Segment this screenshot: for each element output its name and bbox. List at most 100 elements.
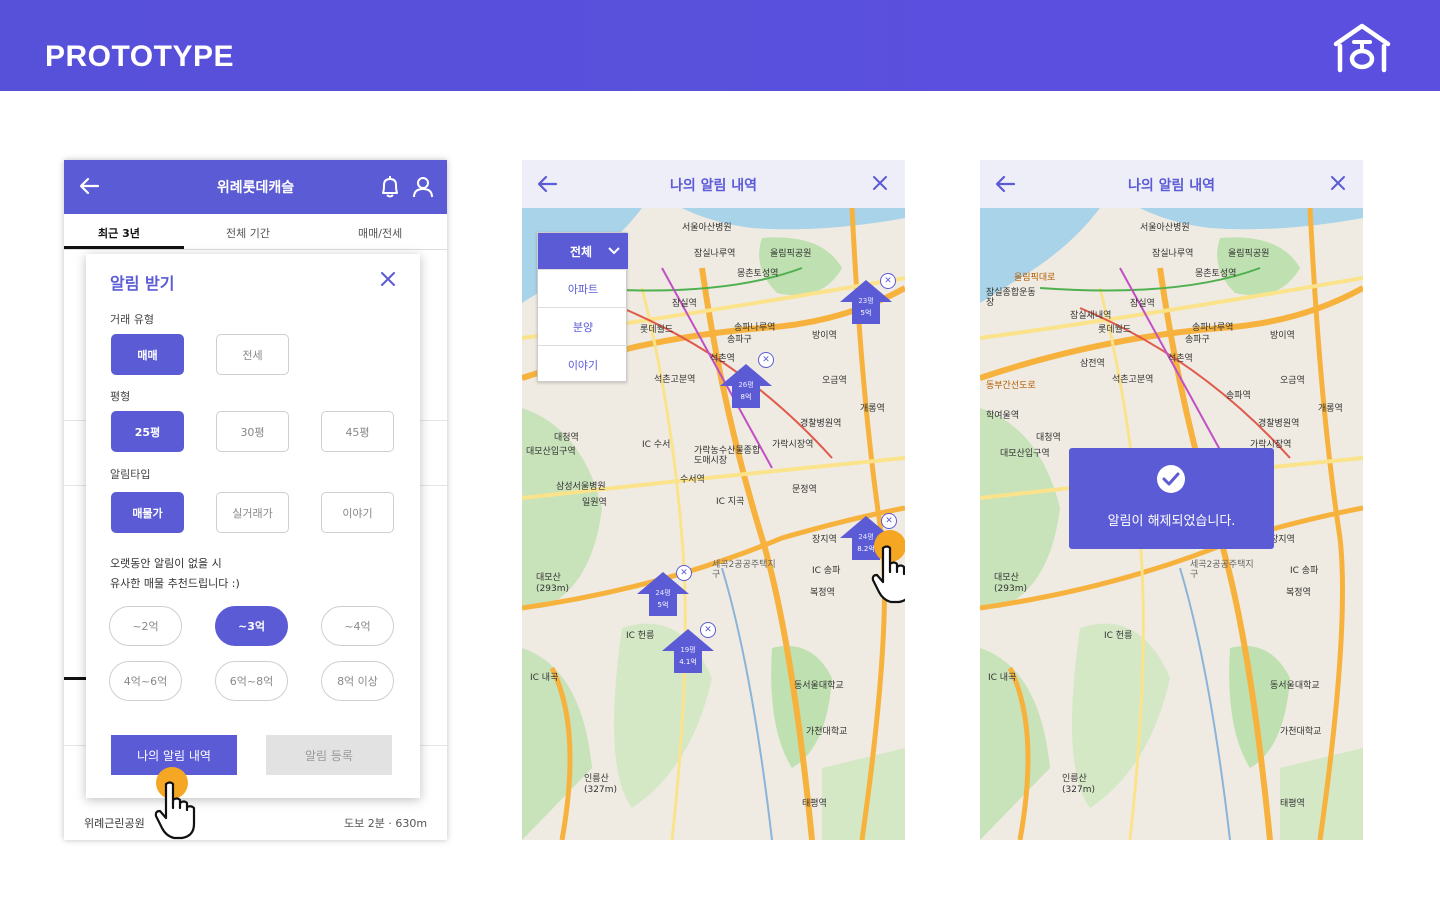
price-pill-8-plus[interactable]: 8억 이상 (321, 661, 394, 701)
deal-type-lease-button[interactable]: 전세 (216, 334, 289, 375)
map-label: 대모산입구역 (1000, 449, 1050, 459)
map-label: 대모산(293m) (994, 573, 1027, 594)
marker-price: 5억 (860, 309, 872, 317)
alert-type-label: 알림타입 (110, 468, 151, 481)
map-label: 삼성서울병원 (556, 482, 606, 492)
pointing-hand-icon (154, 781, 196, 840)
screen-my-alerts-map: 나의 알림 내역 서울아산병원 잠실나루역 올림픽공원 몽촌토성역 잠실역 송파… (522, 160, 905, 840)
map-label: 경찰병원역 (800, 419, 842, 429)
deal-type-label: 거래 유형 (110, 313, 154, 326)
close-icon[interactable] (1330, 175, 1346, 191)
nearby-place-distance: 도보 2분 · 630m (344, 817, 428, 830)
map-label: 잠실종합운동장 (986, 288, 1036, 308)
toast-message: 알림이 해제되었습니다. (1107, 514, 1236, 529)
alert-type-actual-button[interactable]: 실거래가 (216, 492, 289, 533)
remove-marker-icon[interactable]: ✕ (676, 565, 692, 581)
recommend-line-2: 유사한 매물 추천드립니다 :) (110, 577, 240, 590)
map-label: 삼전역 (1080, 359, 1105, 369)
price-pill-4[interactable]: ~4억 (321, 606, 394, 646)
dropdown-selected-label: 전체 (570, 245, 593, 259)
map-label: 롯데월드 (640, 325, 674, 335)
map-label: IC 내곡 (988, 673, 1017, 683)
deal-type-sale-button[interactable]: 매매 (111, 334, 184, 375)
dropdown-option-story[interactable]: 이야기 (538, 345, 628, 383)
price-pill-6-8[interactable]: 6억~8억 (215, 661, 288, 701)
modal-title: 알림 받기 (110, 274, 175, 293)
map-label: IC 지곡 (716, 497, 745, 507)
map-label: 수서역 (680, 475, 705, 485)
map-label: 방이역 (812, 331, 837, 341)
tab-all-period[interactable]: 전체 기간 (226, 225, 270, 241)
map-label: 동서울대학교 (794, 681, 844, 691)
map-label: 동서울대학교 (1270, 681, 1320, 691)
map-label: 문정역 (792, 485, 817, 495)
alert-type-story-button[interactable]: 이야기 (321, 492, 394, 533)
alert-type-listing-button[interactable]: 매물가 (111, 492, 184, 533)
bell-icon[interactable] (379, 175, 401, 199)
marker-price: 4.1억 (679, 658, 697, 666)
dropdown-option-presale[interactable]: 분양 (538, 307, 628, 345)
map-view[interactable]: 서울아산병원 잠실나루역 올림픽공원 몽촌토성역 올림픽대로 잠실종합운동장 잠… (980, 208, 1363, 840)
period-tabs: 최근 3년 전체 기간 매매/전세 (64, 214, 447, 250)
remove-marker-icon[interactable]: ✕ (881, 513, 897, 529)
map-label: IC 내곡 (530, 673, 559, 683)
map-label: 인릉산(327m) (584, 774, 617, 795)
header-title: 나의 알림 내역 (669, 178, 758, 194)
size-label: 평형 (110, 390, 131, 403)
map-label: 세곡2공공주택지구 (712, 560, 776, 580)
user-icon[interactable] (412, 175, 434, 199)
tab-recent-3y[interactable]: 최근 3년 (98, 225, 140, 241)
map-label: 석촌고분역 (1112, 375, 1154, 385)
remove-marker-icon[interactable]: ✕ (700, 622, 716, 638)
marker-price: 8억 (740, 393, 752, 401)
tab-indicator (64, 246, 184, 249)
map-label: 태평역 (802, 799, 827, 809)
chart-line (64, 677, 86, 680)
remove-marker-icon[interactable]: ✕ (880, 273, 896, 289)
map-label: 대모산(293m) (536, 573, 569, 594)
listing-marker[interactable]: 26평 8억 (720, 364, 772, 408)
price-pill-4-6[interactable]: 4억~6억 (109, 661, 182, 701)
size-30-button[interactable]: 30평 (216, 411, 289, 452)
map-label: 잠실역 (672, 299, 697, 309)
close-icon[interactable] (380, 271, 396, 287)
map-label: 인릉산(327m) (1062, 774, 1095, 795)
tab-sale-lease[interactable]: 매매/전세 (358, 225, 402, 241)
pointing-hand-icon (871, 545, 905, 604)
price-pill-3[interactable]: ~3억 (215, 606, 288, 646)
dropdown-selected[interactable]: 전체 (538, 233, 628, 269)
map-label: 롯데월드 (1098, 325, 1132, 335)
size-25-button[interactable]: 25평 (111, 411, 184, 452)
size-45-button[interactable]: 45평 (321, 411, 394, 452)
map-label: 서울아산병원 (682, 223, 732, 233)
map-label: 석촌역 (710, 354, 735, 364)
map-label: IC 송파 (812, 566, 841, 576)
map-label: 복정역 (810, 588, 835, 598)
marker-size: 19평 (680, 646, 696, 654)
map-label: 방이역 (1270, 331, 1295, 341)
map-label: 석촌역 (1168, 354, 1193, 364)
remove-marker-icon[interactable]: ✕ (758, 352, 774, 368)
price-pill-2[interactable]: ~2억 (109, 606, 182, 646)
close-icon[interactable] (872, 175, 888, 191)
app-header: 위례롯데캐슬 (64, 160, 447, 214)
category-dropdown[interactable]: 전체 아파트 분양 이야기 (537, 232, 628, 383)
map-label: 개롱역 (860, 404, 885, 414)
map-label: 개롱역 (1318, 404, 1343, 414)
marker-size: 23평 (858, 297, 874, 305)
map-label: 동부간선도로 (986, 381, 1036, 391)
marker-size: 24평 (655, 589, 671, 597)
map-header: 나의 알림 내역 (522, 160, 905, 208)
register-alert-button[interactable]: 알림 등록 (266, 735, 392, 775)
dropdown-option-apartment[interactable]: 아파트 (538, 269, 628, 307)
map-label: 가락시장역 (772, 440, 814, 450)
map-label: 장지역 (812, 535, 837, 545)
map-label: 서울아산병원 (1140, 223, 1190, 233)
map-label: 잠실역 (1130, 299, 1155, 309)
map-label: 잠실새내역 (1070, 311, 1112, 321)
recommend-text: 오랫동안 알림이 없을 시 유사한 매물 추천드립니다 :) (110, 554, 240, 594)
map-label: 가락농수산물종합도매시장 (694, 446, 761, 466)
chevron-down-icon (608, 247, 620, 255)
map-label: 학여울역 (986, 411, 1020, 421)
nearby-place-name: 위례근린공원 (84, 817, 145, 830)
